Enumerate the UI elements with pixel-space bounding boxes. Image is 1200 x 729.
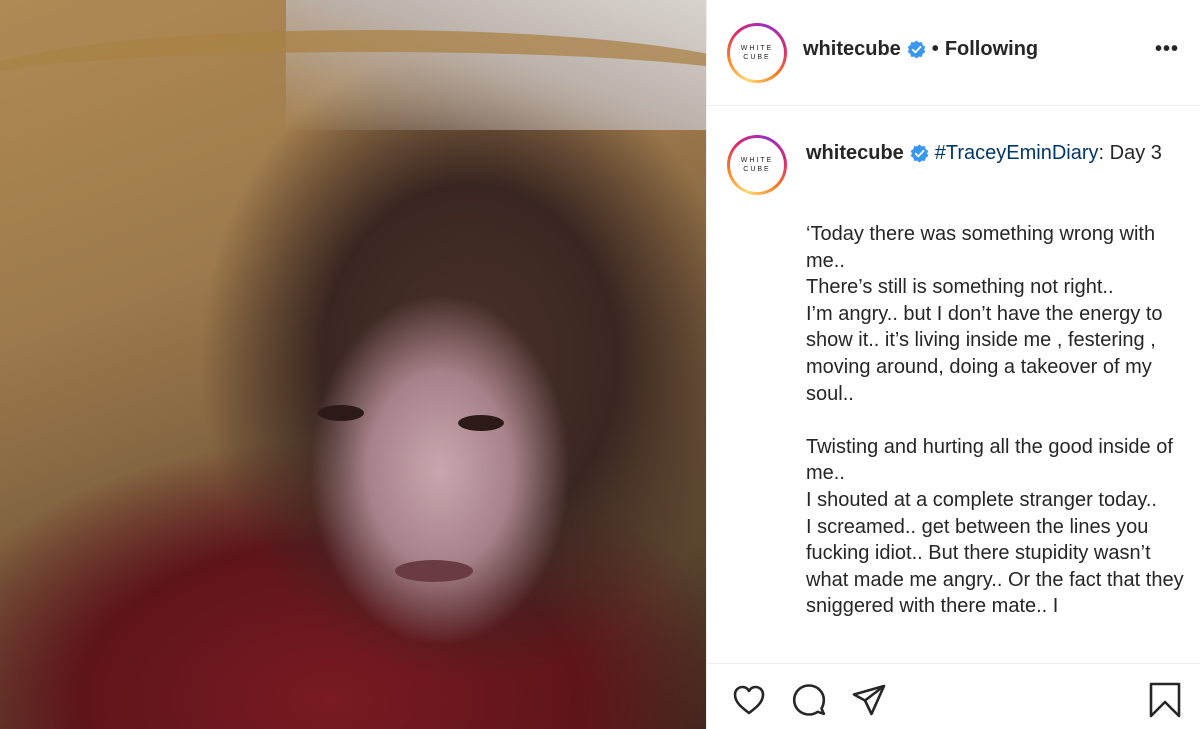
header-username[interactable]: whitecube (803, 38, 901, 61)
caption-hashtag-link[interactable]: #TraceyEminDiary (935, 142, 1099, 165)
avatar-text-line2: CUBE (743, 54, 771, 61)
post-actions-bar (707, 663, 1200, 729)
header-user-row: whitecube • Following (803, 38, 1038, 61)
avatar-logo: WHITE CUBE (730, 26, 784, 80)
verified-badge-icon (907, 40, 926, 59)
caption-username[interactable]: whitecube (806, 142, 904, 165)
caption-avatar-text-line2: CUBE (743, 166, 771, 173)
caption-avatar-text-line1: WHITE (740, 157, 774, 164)
post-photo[interactable] (0, 0, 706, 729)
photo-left-eye (318, 405, 364, 421)
caption-avatar-logo: WHITE CUBE (730, 138, 784, 192)
heart-icon[interactable] (731, 682, 767, 718)
photo-mouth (395, 560, 473, 582)
photo-right-eye (458, 415, 504, 431)
comment-icon[interactable] (791, 682, 827, 718)
more-options-icon[interactable]: ••• (1155, 38, 1179, 61)
photo-sofa-frame (0, 30, 706, 140)
caption-avatar[interactable]: WHITE CUBE (727, 135, 787, 195)
header-separator: • (931, 38, 939, 60)
post-sidebar: WHITE CUBE whitecube • Following ••• WHI… (706, 0, 1200, 729)
bookmark-icon[interactable] (1147, 682, 1183, 718)
caption-verified-badge-icon (910, 144, 929, 163)
following-button[interactable]: Following (945, 38, 1038, 61)
caption-head: whitecube #TraceyEminDiary : Day 3 (806, 142, 1162, 165)
caption-area[interactable]: WHITE CUBE whitecube #TraceyEminDiary : … (707, 107, 1200, 662)
paper-plane-icon[interactable] (851, 682, 887, 718)
caption-title-suffix: : Day 3 (1098, 142, 1162, 164)
account-avatar[interactable]: WHITE CUBE (727, 23, 787, 83)
post-header: WHITE CUBE whitecube • Following ••• (707, 0, 1200, 106)
caption-text: ‘Today there was something wrong with me… (806, 223, 1184, 618)
avatar-text-line1: WHITE (740, 45, 774, 52)
